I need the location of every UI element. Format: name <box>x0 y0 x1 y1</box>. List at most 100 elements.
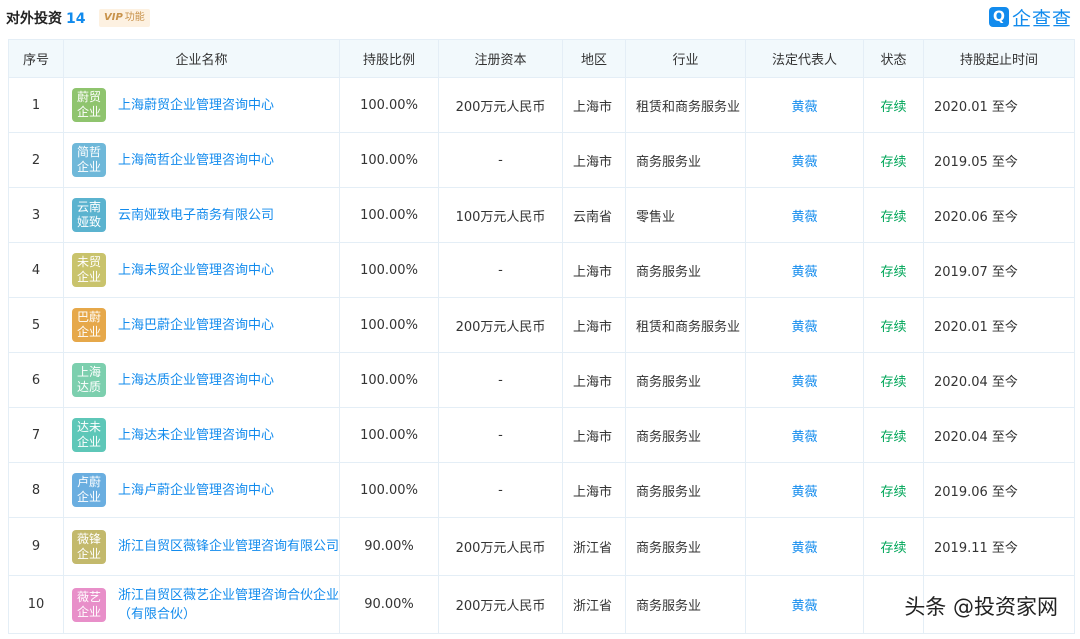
holding-period: 2019.11 至今 <box>923 517 1075 576</box>
industry: 零售业 <box>625 187 746 243</box>
company-avatar: 巴蔚企业 <box>72 308 106 342</box>
industry: 商务服务业 <box>625 462 746 518</box>
holding-period: 2020.06 至今 <box>923 187 1075 243</box>
holding-period: 2019.05 至今 <box>923 132 1075 188</box>
region: 浙江省 <box>562 517 626 576</box>
status-text: 存续 <box>880 374 907 390</box>
company-name-link[interactable]: 上海卢蔚企业管理咨询中心 <box>118 481 274 500</box>
row-number: 10 <box>8 575 64 634</box>
company-cell: 薇艺企业 浙江自贸区薇艺企业管理咨询合伙企业（有限合伙） <box>63 575 340 634</box>
company-avatar: 上海达质 <box>72 363 106 397</box>
legal-rep-link[interactable]: 黄薇 <box>791 320 817 335</box>
column-header: 企业名称 <box>63 39 340 78</box>
registered-capital: 200万元人民币 <box>438 297 563 353</box>
row-number: 4 <box>8 242 64 298</box>
row-number: 8 <box>8 462 64 518</box>
section-header: 对外投资 14 VIP 功能 Q 企查查 <box>0 0 1080 36</box>
legal-rep-link[interactable]: 黄薇 <box>791 100 817 115</box>
table-row: 1 蔚贸企业 上海蔚贸企业管理咨询中心 100.00% 200万元人民币 上海市 租赁和商务… <box>8 77 1075 133</box>
industry: 商务服务业 <box>625 132 746 188</box>
investment-count: 14 <box>66 11 86 27</box>
region: 上海市 <box>562 242 626 298</box>
holding-period: 2020.04 至今 <box>923 352 1075 408</box>
watermark: 头条 @投资家网 <box>904 595 1058 619</box>
share-ratio: 100.00% <box>339 352 439 408</box>
share-ratio: 90.00% <box>339 517 439 576</box>
region: 上海市 <box>562 132 626 188</box>
status-text: 存续 <box>880 319 907 335</box>
column-header: 地区 <box>562 39 626 78</box>
holding-period: 2020.01 至今 <box>923 297 1075 353</box>
legal-rep-link[interactable]: 黄薇 <box>791 375 817 390</box>
registered-capital: 200万元人民币 <box>438 517 563 576</box>
table-row: 3 云南娅致 云南娅致电子商务有限公司 100.00% 100万元人民币 云南省 零售业 黄薇… <box>8 187 1075 243</box>
industry: 商务服务业 <box>625 352 746 408</box>
company-avatar: 薇艺企业 <box>72 587 106 622</box>
region: 浙江省 <box>562 575 626 634</box>
industry: 商务服务业 <box>625 407 746 463</box>
share-ratio: 100.00% <box>339 77 439 133</box>
industry: 租赁和商务服务业 <box>625 297 746 353</box>
company-avatar: 未贸企业 <box>72 253 106 287</box>
company-avatar: 蔚贸企业 <box>72 88 106 122</box>
column-header: 持股比例 <box>339 39 439 78</box>
column-header: 注册资本 <box>438 39 563 78</box>
company-name-link[interactable]: 上海蔚贸企业管理咨询中心 <box>118 96 274 115</box>
company-cell: 蔚贸企业 上海蔚贸企业管理咨询中心 <box>63 77 340 133</box>
status-text: 存续 <box>880 484 907 500</box>
table-row: 7 达未企业 上海达未企业管理咨询中心 100.00% - 上海市 商务服务业 黄薇 存续 202… <box>8 407 1075 463</box>
legal-rep-link[interactable]: 黄薇 <box>791 541 817 556</box>
company-avatar: 卢蔚企业 <box>72 473 106 507</box>
holding-period: 2019.06 至今 <box>923 462 1075 518</box>
legal-rep-link[interactable]: 黄薇 <box>791 599 817 614</box>
legal-rep-link[interactable]: 黄薇 <box>791 485 817 500</box>
industry: 商务服务业 <box>625 575 746 634</box>
vip-suffix: 功能 <box>124 12 145 23</box>
share-ratio: 100.00% <box>339 407 439 463</box>
holding-period: 2020.04 至今 <box>923 407 1075 463</box>
share-ratio: 100.00% <box>339 187 439 243</box>
legal-rep-link[interactable]: 黄薇 <box>791 430 817 445</box>
company-name-link[interactable]: 浙江自贸区薇艺企业管理咨询合伙企业（有限合伙） <box>118 586 339 624</box>
share-ratio: 100.00% <box>339 462 439 518</box>
company-name-link[interactable]: 云南娅致电子商务有限公司 <box>118 206 274 225</box>
share-ratio: 100.00% <box>339 242 439 298</box>
row-number: 7 <box>8 407 64 463</box>
company-avatar: 达未企业 <box>72 418 106 452</box>
company-avatar: 云南娅致 <box>72 198 106 232</box>
registered-capital: - <box>438 352 563 408</box>
table-row: 4 未贸企业 上海未贸企业管理咨询中心 100.00% - 上海市 商务服务业 黄薇 存续 201… <box>8 242 1075 298</box>
company-name-link[interactable]: 浙江自贸区薇锋企业管理咨询有限公司 <box>118 537 339 556</box>
legal-rep-link[interactable]: 黄薇 <box>791 265 817 280</box>
company-name-link[interactable]: 上海未贸企业管理咨询中心 <box>118 261 274 280</box>
company-name-link[interactable]: 上海达质企业管理咨询中心 <box>118 371 274 390</box>
logo-text: 企查查 <box>1011 7 1072 30</box>
company-cell: 上海达质 上海达质企业管理咨询中心 <box>63 352 340 408</box>
section-title-text: 对外投资 <box>6 11 62 27</box>
industry: 租赁和商务服务业 <box>625 77 746 133</box>
column-header: 法定代表人 <box>745 39 864 78</box>
logo-mark-icon: Q <box>988 7 1009 27</box>
table-row: 8 卢蔚企业 上海卢蔚企业管理咨询中心 100.00% - 上海市 商务服务业 黄薇 存续 201… <box>8 462 1075 518</box>
company-cell: 简哲企业 上海简哲企业管理咨询中心 <box>63 132 340 188</box>
company-name-link[interactable]: 上海简哲企业管理咨询中心 <box>118 151 274 170</box>
registered-capital: - <box>438 132 563 188</box>
registered-capital: 100万元人民币 <box>438 187 563 243</box>
company-name-link[interactable]: 上海巴蔚企业管理咨询中心 <box>118 316 274 335</box>
row-number: 5 <box>8 297 64 353</box>
company-cell: 薇锋企业 浙江自贸区薇锋企业管理咨询有限公司 <box>63 517 340 576</box>
row-number: 3 <box>8 187 64 243</box>
table-row: 2 简哲企业 上海简哲企业管理咨询中心 100.00% - 上海市 商务服务业 黄薇 存续 201… <box>8 132 1075 188</box>
table-row: 9 薇锋企业 浙江自贸区薇锋企业管理咨询有限公司 90.00% 200万元人民币 浙江省商… <box>8 517 1075 576</box>
table-row: 6 上海达质 上海达质企业管理咨询中心 100.00% - 上海市 商务服务业 黄薇 存续 202… <box>8 352 1075 408</box>
legal-rep-link[interactable]: 黄薇 <box>791 155 817 170</box>
status-text: 存续 <box>880 429 907 445</box>
industry: 商务服务业 <box>625 242 746 298</box>
column-header: 序号 <box>8 39 64 78</box>
holding-period: 2020.01 至今 <box>923 77 1075 133</box>
registered-capital: 200万元人民币 <box>438 575 563 634</box>
legal-rep-link[interactable]: 黄薇 <box>791 210 817 225</box>
region: 上海市 <box>562 462 626 518</box>
vip-badge[interactable]: VIP 功能 <box>99 9 150 27</box>
company-name-link[interactable]: 上海达未企业管理咨询中心 <box>118 426 274 445</box>
